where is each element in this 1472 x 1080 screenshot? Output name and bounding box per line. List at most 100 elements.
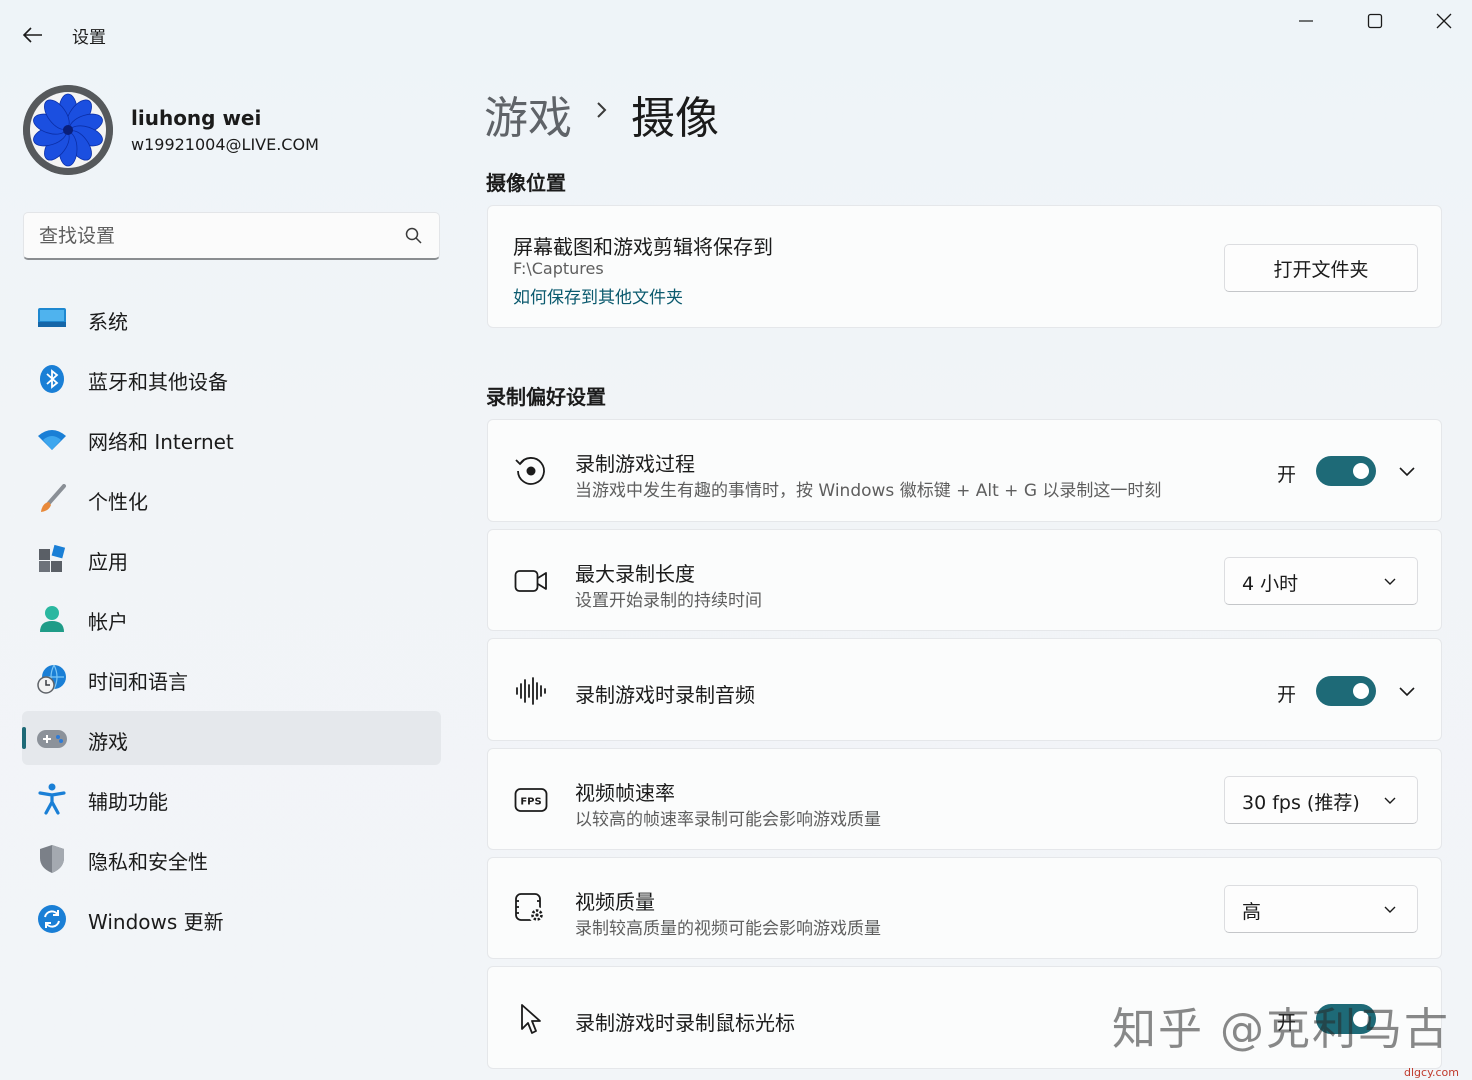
select-value: 30 fps (推荐) bbox=[1242, 792, 1360, 814]
capture-location-card: 屏幕截图和游戏剪辑将保存到 F:\Captures 如何保存到其他文件夹 打开文… bbox=[487, 205, 1442, 328]
breadcrumb-parent[interactable]: 游戏 bbox=[484, 82, 572, 146]
time-language-icon bbox=[36, 663, 68, 695]
frame-rate-title: 视频帧速率 bbox=[575, 781, 675, 805]
sidebar-item-accessibility[interactable]: 辅助功能 bbox=[22, 771, 441, 825]
section-title-location: 摄像位置 bbox=[486, 171, 566, 195]
capture-path: F:\Captures bbox=[513, 259, 604, 278]
user-name: liuhong wei bbox=[131, 106, 262, 130]
record-cursor-title: 录制游戏时录制鼠标光标 bbox=[575, 1011, 795, 1035]
bluetooth-icon bbox=[36, 363, 68, 395]
video-quality-card: 视频质量 录制较高质量的视频可能会影响游戏质量 高 bbox=[487, 857, 1442, 959]
expand-chevron-icon[interactable] bbox=[1398, 682, 1416, 700]
gamepad-icon bbox=[36, 723, 68, 755]
sidebar-item-accounts[interactable]: 帐户 bbox=[22, 591, 441, 645]
toggle-state-label: 开 bbox=[1277, 684, 1297, 706]
video-quality-description: 录制较高质量的视频可能会影响游戏质量 bbox=[575, 919, 881, 939]
record-audio-title: 录制游戏时录制音频 bbox=[575, 683, 755, 707]
sidebar-item-label: 时间和语言 bbox=[88, 670, 188, 694]
sidebar-item-network[interactable]: 网络和 Internet bbox=[22, 411, 441, 465]
record-game-card[interactable]: 录制游戏过程 当游戏中发生有趣的事情时，按 Windows 徽标键 + Alt … bbox=[487, 419, 1442, 522]
toggle-knob bbox=[1353, 463, 1369, 479]
record-icon bbox=[513, 453, 549, 489]
app-title: 设置 bbox=[72, 28, 106, 48]
close-button[interactable] bbox=[1412, 4, 1472, 38]
record-game-description: 当游戏中发生有趣的事情时，按 Windows 徽标键 + Alt + G 以录制… bbox=[575, 481, 1162, 501]
sidebar-item-apps[interactable]: 应用 bbox=[22, 531, 441, 585]
video-camera-icon bbox=[513, 563, 549, 599]
sidebar-item-gaming[interactable]: 游戏 bbox=[22, 711, 441, 765]
chevron-down-icon bbox=[1384, 797, 1396, 804]
maximize-button[interactable] bbox=[1343, 4, 1407, 38]
record-audio-card[interactable]: 录制游戏时录制音频 开 bbox=[487, 638, 1442, 741]
sidebar-item-time-language[interactable]: 时间和语言 bbox=[22, 651, 441, 705]
account-icon bbox=[36, 603, 68, 635]
maximize-icon bbox=[1367, 13, 1383, 29]
user-email: w19921004@LIVE.COM bbox=[131, 135, 319, 154]
max-length-title: 最大录制长度 bbox=[575, 562, 695, 586]
fps-icon-text: FPS bbox=[520, 797, 541, 808]
minimize-icon bbox=[1299, 20, 1313, 22]
watermark: 知乎 @克利马古 bbox=[1112, 1004, 1450, 1055]
sidebar-item-bluetooth[interactable]: 蓝牙和其他设备 bbox=[22, 351, 441, 405]
sidebar-item-label: 网络和 Internet bbox=[88, 430, 234, 454]
video-quality-select[interactable]: 高 bbox=[1224, 885, 1418, 933]
sidebar-item-label: 帐户 bbox=[88, 610, 128, 634]
sidebar-item-system[interactable]: 系统 bbox=[22, 291, 441, 345]
chevron-down-icon bbox=[1384, 906, 1396, 913]
mouse-cursor-icon bbox=[513, 1001, 549, 1037]
accessibility-icon bbox=[36, 783, 68, 815]
back-arrow-icon bbox=[23, 27, 42, 43]
sidebar-item-label: 蓝牙和其他设备 bbox=[88, 370, 228, 394]
expand-chevron-icon[interactable] bbox=[1398, 462, 1416, 480]
system-monitor-icon bbox=[36, 303, 68, 335]
toggle-knob bbox=[1353, 683, 1369, 699]
audio-waveform-icon bbox=[513, 673, 549, 709]
max-length-description: 设置开始录制的持续时间 bbox=[575, 591, 762, 611]
apps-icon bbox=[36, 543, 68, 575]
active-indicator bbox=[22, 727, 26, 749]
site-watermark: dlgcy.com bbox=[1404, 1066, 1459, 1079]
minimize-button[interactable] bbox=[1274, 4, 1338, 38]
chevron-down-icon bbox=[1384, 578, 1396, 585]
breadcrumb-chevron-icon bbox=[597, 102, 607, 118]
sidebar-item-label: 辅助功能 bbox=[88, 790, 168, 814]
avatar[interactable] bbox=[23, 85, 113, 175]
search-input[interactable] bbox=[24, 213, 394, 259]
record-game-title: 录制游戏过程 bbox=[575, 452, 695, 476]
section-title-recording: 录制偏好设置 bbox=[486, 385, 606, 409]
max-length-card: 最大录制长度 设置开始录制的持续时间 4 小时 bbox=[487, 529, 1442, 631]
open-folder-button[interactable]: 打开文件夹 bbox=[1224, 244, 1418, 292]
frame-rate-card: FPS 视频帧速率 以较高的帧速率录制可能会影响游戏质量 30 fps (推荐) bbox=[487, 748, 1442, 850]
toggle-state-label: 开 bbox=[1277, 464, 1297, 486]
video-settings-icon bbox=[513, 891, 549, 927]
save-elsewhere-link[interactable]: 如何保存到其他文件夹 bbox=[513, 283, 683, 308]
sidebar-item-personalization[interactable]: 个性化 bbox=[22, 471, 441, 525]
record-audio-toggle[interactable] bbox=[1316, 676, 1376, 706]
close-icon bbox=[1436, 13, 1452, 29]
frame-rate-select[interactable]: 30 fps (推荐) bbox=[1224, 776, 1418, 824]
paintbrush-icon bbox=[36, 483, 68, 515]
fps-icon: FPS bbox=[513, 782, 549, 818]
sidebar-nav: 系统 蓝牙和其他设备 网络和 Internet 个性化 应用 帐户 时间和语言 … bbox=[22, 291, 441, 951]
title-bar: 设置 bbox=[0, 0, 1472, 64]
sidebar-item-label: 隐私和安全性 bbox=[88, 850, 208, 874]
windows-update-icon bbox=[36, 903, 68, 935]
sidebar-item-label: Windows 更新 bbox=[88, 910, 224, 934]
capture-location-title: 屏幕截图和游戏剪辑将保存到 bbox=[513, 235, 773, 259]
wifi-icon bbox=[36, 423, 68, 455]
record-game-toggle[interactable] bbox=[1316, 456, 1376, 486]
sidebar-item-privacy[interactable]: 隐私和安全性 bbox=[22, 831, 441, 885]
sidebar-item-label: 系统 bbox=[88, 310, 128, 334]
sidebar-item-label: 应用 bbox=[88, 550, 128, 574]
sidebar-item-label: 个性化 bbox=[88, 490, 148, 514]
select-value: 高 bbox=[1242, 901, 1262, 923]
page-title: 摄像 bbox=[631, 93, 719, 144]
sidebar-item-label: 游戏 bbox=[88, 730, 128, 754]
search-icon[interactable] bbox=[404, 226, 424, 246]
search-box[interactable] bbox=[23, 212, 440, 260]
sidebar-item-windows-update[interactable]: Windows 更新 bbox=[22, 891, 441, 945]
back-button[interactable] bbox=[16, 18, 50, 52]
frame-rate-description: 以较高的帧速率录制可能会影响游戏质量 bbox=[575, 810, 881, 830]
max-length-select[interactable]: 4 小时 bbox=[1224, 557, 1418, 605]
video-quality-title: 视频质量 bbox=[575, 890, 655, 914]
